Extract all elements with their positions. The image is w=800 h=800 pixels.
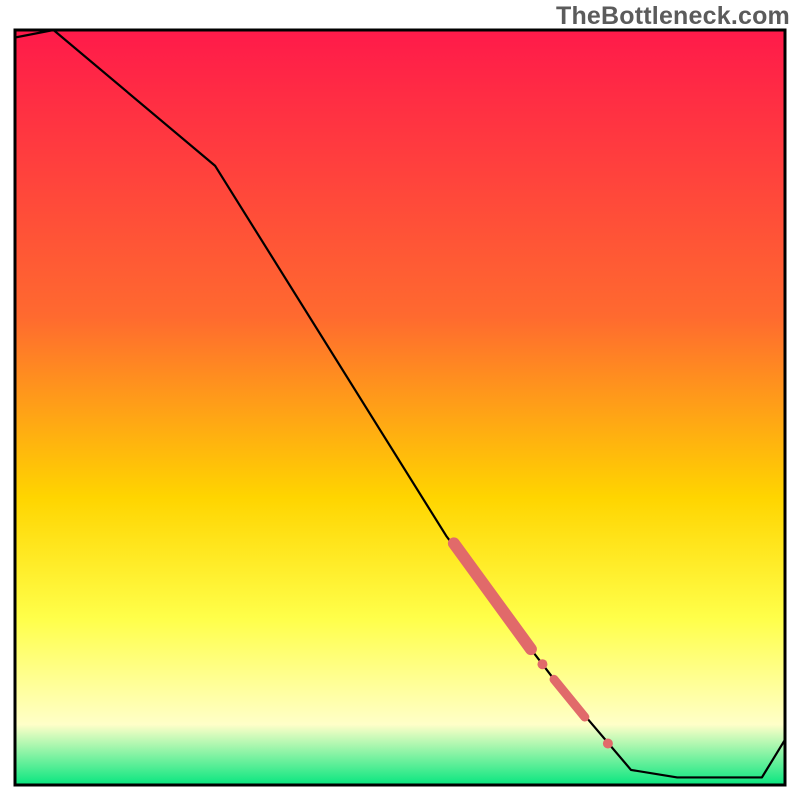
bottleneck-chart <box>0 0 800 800</box>
gradient-background <box>15 30 785 785</box>
chart-stage: TheBottleneck.com <box>0 0 800 800</box>
watermark-text: TheBottleneck.com <box>556 2 790 31</box>
highlight-dot-3 <box>603 738 613 748</box>
highlight-dot-1 <box>537 659 547 669</box>
